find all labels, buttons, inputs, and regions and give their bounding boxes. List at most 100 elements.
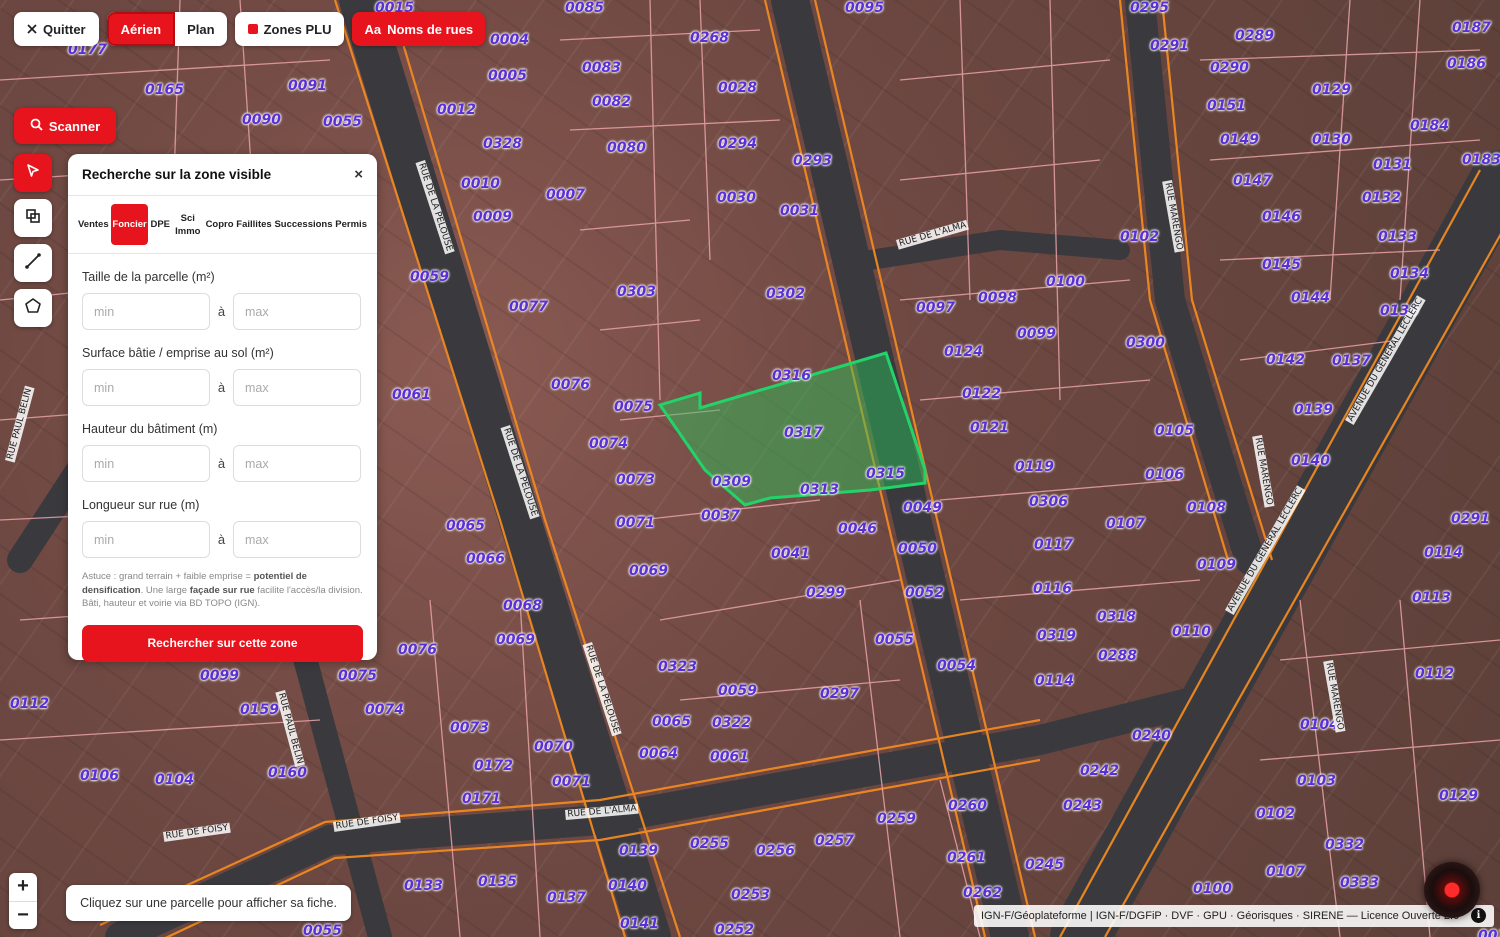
parcel-number-label[interactable]: 0133 bbox=[404, 878, 443, 894]
parcel-number-label[interactable]: 0052 bbox=[905, 585, 944, 601]
parcel-number-label[interactable]: 0068 bbox=[503, 598, 542, 614]
parcel-number-label[interactable]: 0332 bbox=[1325, 837, 1364, 853]
parcel-number-label[interactable]: 0317 bbox=[784, 425, 823, 441]
tab-sci-immo[interactable]: Sci Immo bbox=[173, 212, 203, 238]
parcel-number-label[interactable]: 0142 bbox=[1266, 352, 1305, 368]
parcel-number-label[interactable]: 0107 bbox=[1266, 864, 1305, 880]
parcel-number-label[interactable]: 0323 bbox=[658, 659, 697, 675]
parcel-number-label[interactable]: 0328 bbox=[483, 136, 522, 152]
parcel-number-label[interactable]: 0165 bbox=[145, 82, 184, 98]
parcel-number-label[interactable]: 0299 bbox=[806, 585, 845, 601]
parcel-number-label[interactable]: 0255 bbox=[690, 836, 729, 852]
parcel-number-label[interactable]: 0073 bbox=[450, 720, 489, 736]
parcel-number-label[interactable]: 0261 bbox=[947, 850, 986, 866]
street-names-button[interactable]: Aa Noms de rues bbox=[352, 12, 486, 46]
parcel-number-label[interactable]: 0010 bbox=[1478, 928, 1500, 937]
tab-dpe[interactable]: DPE bbox=[150, 218, 170, 231]
street-length-min-input[interactable] bbox=[82, 521, 210, 558]
street-length-max-input[interactable] bbox=[233, 521, 361, 558]
parcel-number-label[interactable]: 0116 bbox=[1033, 581, 1072, 597]
locate-button[interactable] bbox=[1424, 862, 1480, 918]
parcel-number-label[interactable]: 0046 bbox=[838, 521, 877, 537]
parcel-size-min-input[interactable] bbox=[82, 293, 210, 330]
parcel-number-label[interactable]: 0055 bbox=[303, 923, 342, 937]
parcel-number-label[interactable]: 0102 bbox=[1256, 806, 1295, 822]
parcel-number-label[interactable]: 0059 bbox=[410, 269, 449, 285]
parcel-number-label[interactable]: 0049 bbox=[903, 500, 942, 516]
plan-button[interactable]: Plan bbox=[175, 12, 226, 46]
parcel-number-label[interactable]: 0262 bbox=[963, 885, 1002, 901]
parcel-number-label[interactable]: 0243 bbox=[1063, 798, 1102, 814]
parcel-number-label[interactable]: 0114 bbox=[1035, 673, 1074, 689]
parcel-number-label[interactable]: 0295 bbox=[1130, 0, 1169, 16]
tab-foncier[interactable]: Foncier bbox=[111, 204, 148, 245]
parcel-number-label[interactable]: 0302 bbox=[766, 286, 805, 302]
parcel-number-label[interactable]: 0110 bbox=[1172, 624, 1211, 640]
parcel-number-label[interactable]: 0055 bbox=[875, 632, 914, 648]
zoom-out-button[interactable]: − bbox=[9, 900, 37, 930]
parcel-number-label[interactable]: 0090 bbox=[242, 112, 281, 128]
parcel-number-label[interactable]: 0322 bbox=[712, 715, 751, 731]
parcel-number-label[interactable]: 0007 bbox=[546, 187, 585, 203]
parcel-number-label[interactable]: 0240 bbox=[1132, 728, 1171, 744]
parcel-number-label[interactable]: 0075 bbox=[614, 399, 653, 415]
parcel-number-label[interactable]: 0005 bbox=[488, 68, 527, 84]
parcel-number-label[interactable]: 0050 bbox=[898, 541, 937, 557]
parcel-number-label[interactable]: 0069 bbox=[496, 632, 535, 648]
tab-successions[interactable]: Successions bbox=[274, 218, 332, 231]
parcel-number-label[interactable]: 0099 bbox=[1017, 326, 1056, 342]
measure-tool-button[interactable] bbox=[14, 244, 52, 282]
parcel-number-label[interactable]: 0187 bbox=[1452, 20, 1491, 36]
parcel-number-label[interactable]: 0256 bbox=[756, 843, 795, 859]
parcel-number-label[interactable]: 0140 bbox=[1291, 453, 1330, 469]
parcel-number-label[interactable]: 0061 bbox=[710, 749, 749, 765]
parcel-number-label[interactable]: 0100 bbox=[1193, 881, 1232, 897]
parcel-number-label[interactable]: 0099 bbox=[200, 668, 239, 684]
parcel-number-label[interactable]: 0245 bbox=[1025, 857, 1064, 873]
parcel-number-label[interactable]: 0109 bbox=[1197, 557, 1236, 573]
parcel-number-label[interactable]: 0009 bbox=[473, 209, 512, 225]
parcel-number-label[interactable]: 0117 bbox=[1034, 537, 1073, 553]
building-height-min-input[interactable] bbox=[82, 445, 210, 482]
parcel-number-label[interactable]: 0064 bbox=[639, 746, 678, 762]
parcel-number-label[interactable]: 0070 bbox=[534, 739, 573, 755]
parcel-number-label[interactable]: 0073 bbox=[616, 472, 655, 488]
parcel-number-label[interactable]: 0316 bbox=[772, 368, 811, 384]
parcel-number-label[interactable]: 0242 bbox=[1080, 763, 1119, 779]
parcel-number-label[interactable]: 0076 bbox=[551, 377, 590, 393]
parcel-number-label[interactable]: 0106 bbox=[80, 768, 119, 784]
parcel-number-label[interactable]: 0037 bbox=[701, 508, 740, 524]
parcel-number-label[interactable]: 0129 bbox=[1439, 788, 1478, 804]
parcel-number-label[interactable]: 0095 bbox=[845, 0, 884, 16]
parcel-number-label[interactable]: 0297 bbox=[820, 686, 859, 702]
parcel-number-label[interactable]: 0151 bbox=[1207, 98, 1246, 114]
parcel-number-label[interactable]: 0268 bbox=[690, 30, 729, 46]
parcel-number-label[interactable]: 0030 bbox=[717, 190, 756, 206]
parcel-number-label[interactable]: 0290 bbox=[1210, 60, 1249, 76]
parcel-number-label[interactable]: 0054 bbox=[937, 658, 976, 674]
parcel-number-label[interactable]: 0293 bbox=[793, 153, 832, 169]
close-icon[interactable]: × bbox=[354, 166, 363, 183]
parcel-number-label[interactable]: 0106 bbox=[1145, 467, 1184, 483]
parcel-number-label[interactable]: 0294 bbox=[718, 136, 757, 152]
search-zone-button[interactable]: Rechercher sur cette zone bbox=[82, 624, 363, 662]
parcel-number-label[interactable]: 0141 bbox=[620, 916, 659, 932]
parcel-number-label[interactable]: 0121 bbox=[970, 420, 1009, 436]
parcel-number-label[interactable]: 0105 bbox=[1155, 423, 1194, 439]
building-height-max-input[interactable] bbox=[233, 445, 361, 482]
parcel-number-label[interactable]: 0076 bbox=[398, 642, 437, 658]
parcel-number-label[interactable]: 0130 bbox=[1312, 132, 1351, 148]
parcel-number-label[interactable]: 0133 bbox=[1378, 229, 1417, 245]
parcel-number-label[interactable]: 0100 bbox=[1046, 274, 1085, 290]
parcel-number-label[interactable]: 0066 bbox=[466, 551, 505, 567]
tab-permis[interactable]: Permis bbox=[335, 218, 367, 231]
parcel-number-label[interactable]: 0080 bbox=[607, 140, 646, 156]
parcel-number-label[interactable]: 0184 bbox=[1410, 118, 1449, 134]
quit-button[interactable]: Quitter bbox=[14, 12, 99, 46]
parcel-number-label[interactable]: 0135 bbox=[478, 874, 517, 890]
parcel-number-label[interactable]: 0132 bbox=[1362, 190, 1401, 206]
parcel-number-label[interactable]: 0260 bbox=[948, 798, 987, 814]
parcel-number-label[interactable]: 0085 bbox=[565, 0, 604, 16]
parcel-number-label[interactable]: 0074 bbox=[365, 702, 404, 718]
parcel-number-label[interactable]: 0291 bbox=[1451, 511, 1490, 527]
